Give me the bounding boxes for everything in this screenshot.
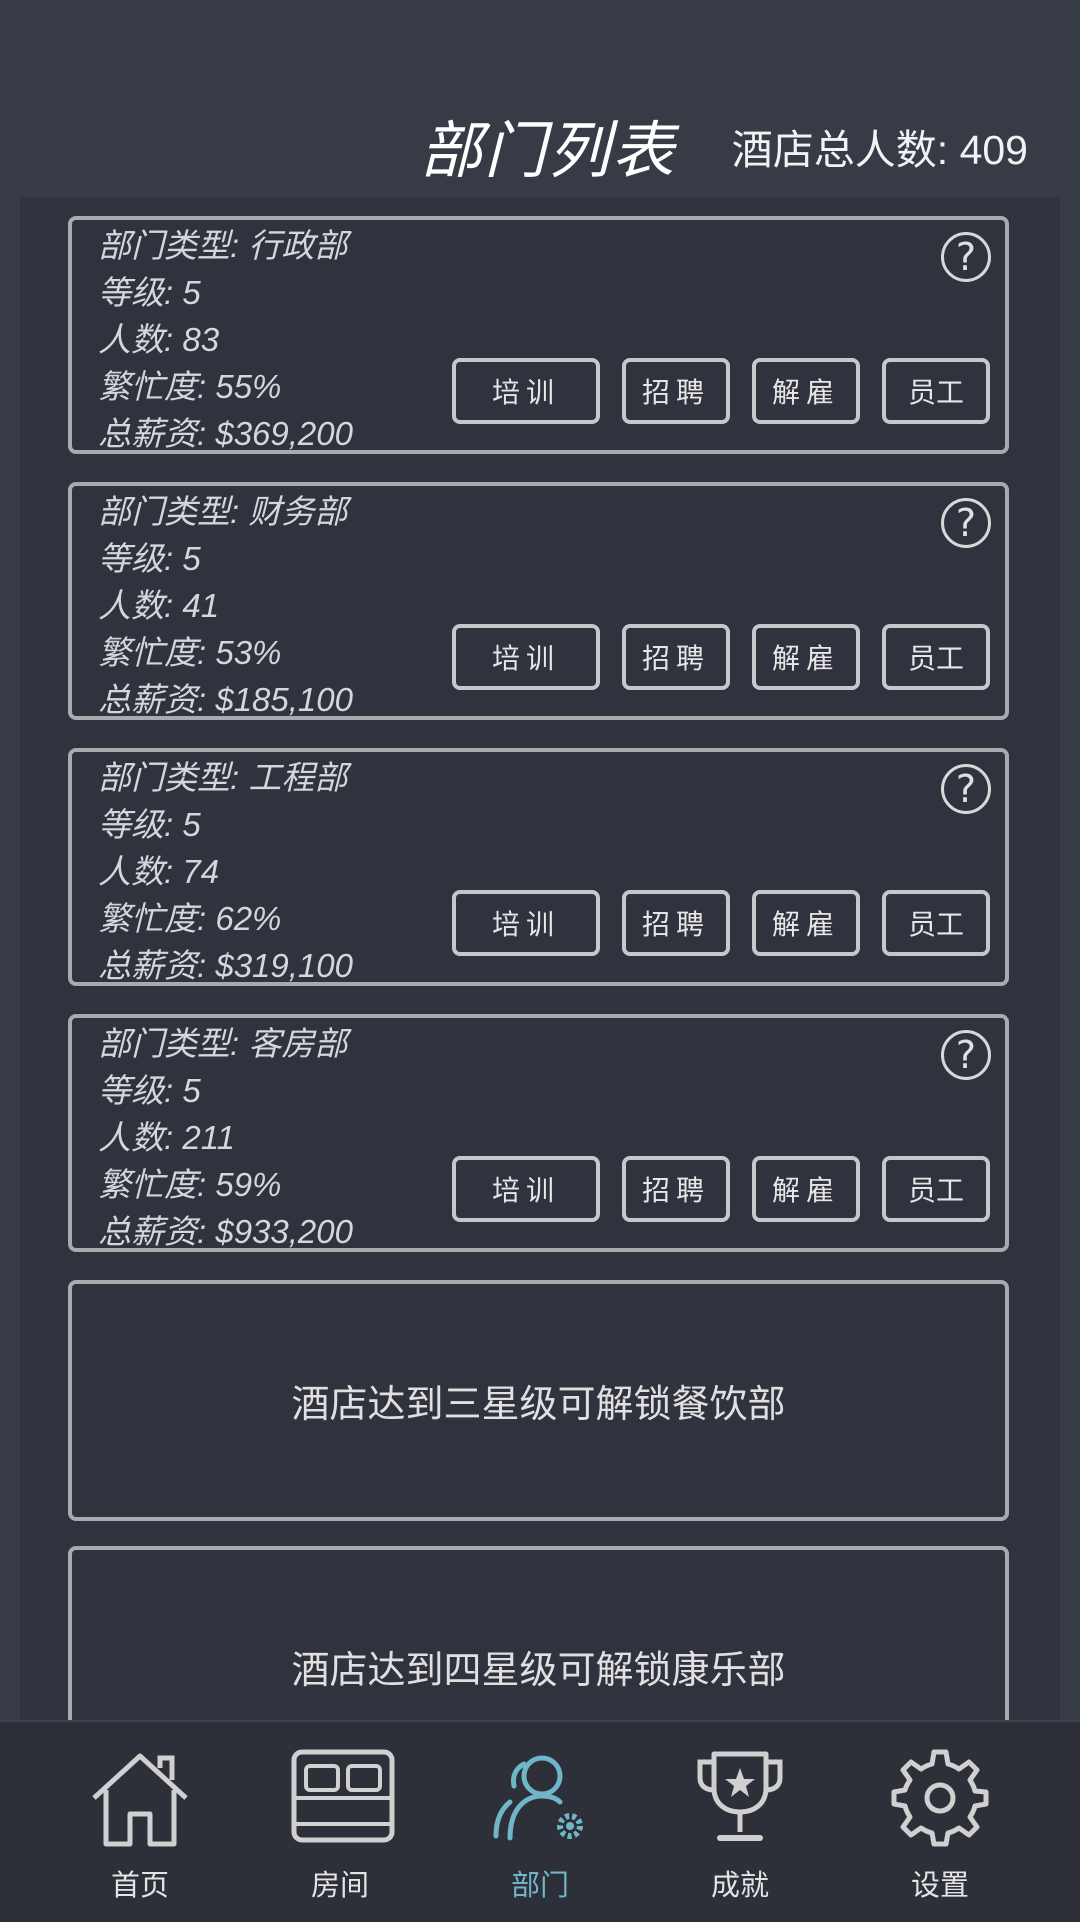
fire-button[interactable]: 解雇 — [752, 358, 860, 424]
help-icon[interactable]: ? — [941, 764, 991, 814]
hire-button[interactable]: 招聘 — [622, 890, 730, 956]
help-icon[interactable]: ? — [941, 232, 991, 282]
unlock-requirement: 酒店达到四星级可解锁康乐部 — [291, 1648, 786, 1692]
department-level: 等级: 5 — [98, 806, 201, 843]
trophy-icon — [697, 1751, 783, 1841]
nav-label: 部门 — [510, 1868, 569, 1902]
nav-label: 房间 — [310, 1868, 369, 1902]
nav-label: 成就 — [710, 1868, 769, 1902]
hotel-total-staff: 酒店总人数: 409 — [731, 127, 1028, 173]
unlock-requirement: 酒店达到三星级可解锁餐饮部 — [291, 1382, 786, 1426]
train-button[interactable]: 培训 — [452, 358, 600, 424]
page-title: 部门列表 — [420, 114, 677, 187]
department-type: 部门类型: 行政部 — [98, 227, 348, 264]
train-button[interactable]: 培训 — [452, 1156, 600, 1222]
department-card: 部门类型: 行政部 等级: 5 人数: 83 繁忙度: 55% 总薪资: $36… — [68, 216, 1009, 454]
nav-item-settings[interactable]: 设置 — [860, 1722, 1020, 1922]
nav-label: 设置 — [910, 1868, 969, 1902]
staff-button[interactable]: 员工 — [882, 358, 990, 424]
fire-button[interactable]: 解雇 — [752, 1156, 860, 1222]
department-headcount: 人数: 74 — [98, 853, 220, 890]
department-salary: 总薪资: $369,200 — [98, 415, 353, 452]
gear-icon — [891, 1749, 989, 1847]
department-card: 部门类型: 工程部 等级: 5 人数: 74 繁忙度: 62% 总薪资: $31… — [68, 748, 1009, 986]
department-salary: 总薪资: $933,200 — [98, 1213, 353, 1250]
department-busyness: 繁忙度: 53% — [98, 634, 282, 671]
department-salary: 总薪资: $185,100 — [98, 681, 353, 718]
locked-department-card: 酒店达到四星级可解锁康乐部 — [68, 1546, 1009, 1720]
locked-department-card: 酒店达到三星级可解锁餐饮部 — [68, 1280, 1009, 1521]
department-info: 部门类型: 财务部 等级: 5 人数: 41 繁忙度: 53% 总薪资: $18… — [98, 488, 353, 723]
department-level: 等级: 5 — [98, 274, 201, 311]
department-headcount: 人数: 83 — [98, 321, 220, 358]
department-busyness: 繁忙度: 55% — [98, 368, 282, 405]
department-type: 部门类型: 工程部 — [98, 759, 348, 796]
department-info: 部门类型: 客房部 等级: 5 人数: 211 繁忙度: 59% 总薪资: $9… — [98, 1020, 353, 1255]
train-button[interactable]: 培训 — [452, 890, 600, 956]
department-type: 部门类型: 财务部 — [98, 493, 348, 530]
hire-button[interactable]: 招聘 — [622, 358, 730, 424]
department-info: 部门类型: 行政部 等级: 5 人数: 83 繁忙度: 55% 总薪资: $36… — [98, 222, 353, 457]
department-list[interactable]: 部门类型: 行政部 等级: 5 人数: 83 繁忙度: 55% 总薪资: $36… — [20, 198, 1060, 1720]
department-level: 等级: 5 — [98, 540, 201, 577]
department-card: 部门类型: 财务部 等级: 5 人数: 41 繁忙度: 53% 总薪资: $18… — [68, 482, 1009, 720]
fire-button[interactable]: 解雇 — [752, 624, 860, 690]
nav-item-rooms[interactable]: 房间 — [260, 1722, 420, 1922]
staff-button[interactable]: 员工 — [882, 890, 990, 956]
department-busyness: 繁忙度: 62% — [98, 900, 282, 937]
nav-label: 首页 — [110, 1868, 169, 1902]
bed-icon — [291, 1749, 395, 1843]
department-level: 等级: 5 — [98, 1072, 201, 1109]
department-salary: 总薪资: $319,100 — [98, 947, 353, 984]
train-button[interactable]: 培训 — [452, 624, 600, 690]
header: 部门列表 酒店总人数: 409 — [0, 0, 1080, 200]
department-busyness: 繁忙度: 59% — [98, 1166, 282, 1203]
department-headcount: 人数: 41 — [98, 587, 220, 624]
nav-item-department[interactable]: 部门 — [460, 1722, 620, 1922]
help-icon[interactable]: ? — [941, 1030, 991, 1080]
fire-button[interactable]: 解雇 — [752, 890, 860, 956]
bottom-nav: 首页 房间 部门 成就 设置 — [0, 1720, 1080, 1922]
hire-button[interactable]: 招聘 — [622, 624, 730, 690]
home-icon — [92, 1753, 188, 1847]
hire-button[interactable]: 招聘 — [622, 1156, 730, 1222]
department-type: 部门类型: 客房部 — [98, 1025, 348, 1062]
department-info: 部门类型: 工程部 等级: 5 人数: 74 繁忙度: 62% 总薪资: $31… — [98, 754, 353, 989]
nav-item-home[interactable]: 首页 — [60, 1722, 220, 1922]
department-headcount: 人数: 211 — [98, 1119, 235, 1156]
staff-button[interactable]: 员工 — [882, 1156, 990, 1222]
department-card: 部门类型: 客房部 等级: 5 人数: 211 繁忙度: 59% 总薪资: $9… — [68, 1014, 1009, 1252]
department-icon — [493, 1755, 583, 1841]
nav-item-achievements[interactable]: 成就 — [660, 1722, 820, 1922]
staff-button[interactable]: 员工 — [882, 624, 990, 690]
help-icon[interactable]: ? — [941, 498, 991, 548]
